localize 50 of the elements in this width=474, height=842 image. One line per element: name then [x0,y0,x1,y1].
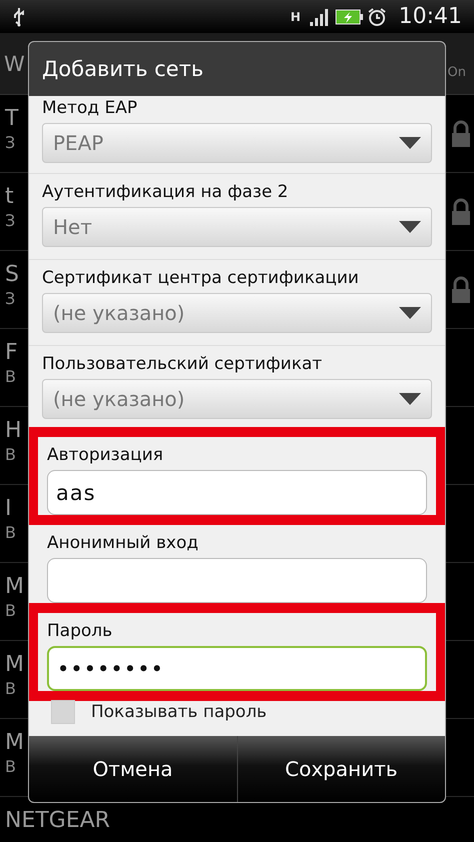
network-status: В [5,523,16,542]
input-field[interactable] [47,558,427,603]
dropdown[interactable]: Нет [42,207,432,247]
network-status: В [5,601,16,620]
alarm-clock-icon [366,6,387,26]
network-status: В [5,445,16,464]
checkbox-label: Показывать пароль [91,702,267,722]
caret-icon [399,221,421,233]
dropdown[interactable]: (не указано) [42,293,432,333]
dropdown[interactable]: PEAP [42,123,432,163]
network-status: В [5,367,16,386]
field-label: Пароль [47,620,114,643]
network-status: З [5,289,16,308]
clock-time: 10:41 [398,4,462,29]
network-name: NETGEAR [5,807,110,835]
field-label: Метод EAP [42,97,138,120]
caret-icon [399,307,421,319]
checkbox[interactable] [51,700,75,724]
network-name: S [5,261,19,289]
field-label: Анонимный вход [47,532,200,555]
dropdown[interactable]: (не указано) [42,379,432,419]
network-name: M [5,729,24,757]
caret-icon [399,137,421,149]
network-name: H [5,417,22,445]
field-label: Авторизация [47,444,164,467]
network-type: H [290,10,301,24]
network-status: В [5,757,16,776]
toggle-label: On [448,65,466,80]
network-name: t [5,183,14,211]
network-status: З [5,211,16,230]
network-name: F [5,339,18,367]
network-name: T [5,105,18,133]
network-status: З [5,133,16,152]
field-label: Сертификат центра сертификации [42,267,360,290]
header-title: W [4,52,25,76]
dialog-title: Добавить сеть [29,42,445,96]
input-field[interactable]: aas [47,470,427,515]
network-name: M [5,651,24,679]
network-name: I [5,495,12,523]
field-label: Пользовательский сертификат [42,353,324,376]
battery-charging-icon [334,8,363,24]
network-name: M [5,573,24,601]
save-button[interactable]: Сохранить [236,736,445,802]
signal-icon [308,8,331,26]
network-status: В [5,679,16,698]
input-field[interactable]: •••••••• [47,646,427,691]
caret-icon [399,393,421,405]
field-label: Аутентификация на фазе 2 [42,181,290,204]
usb-icon [12,6,26,26]
cancel-button[interactable]: Отмена [29,736,236,802]
